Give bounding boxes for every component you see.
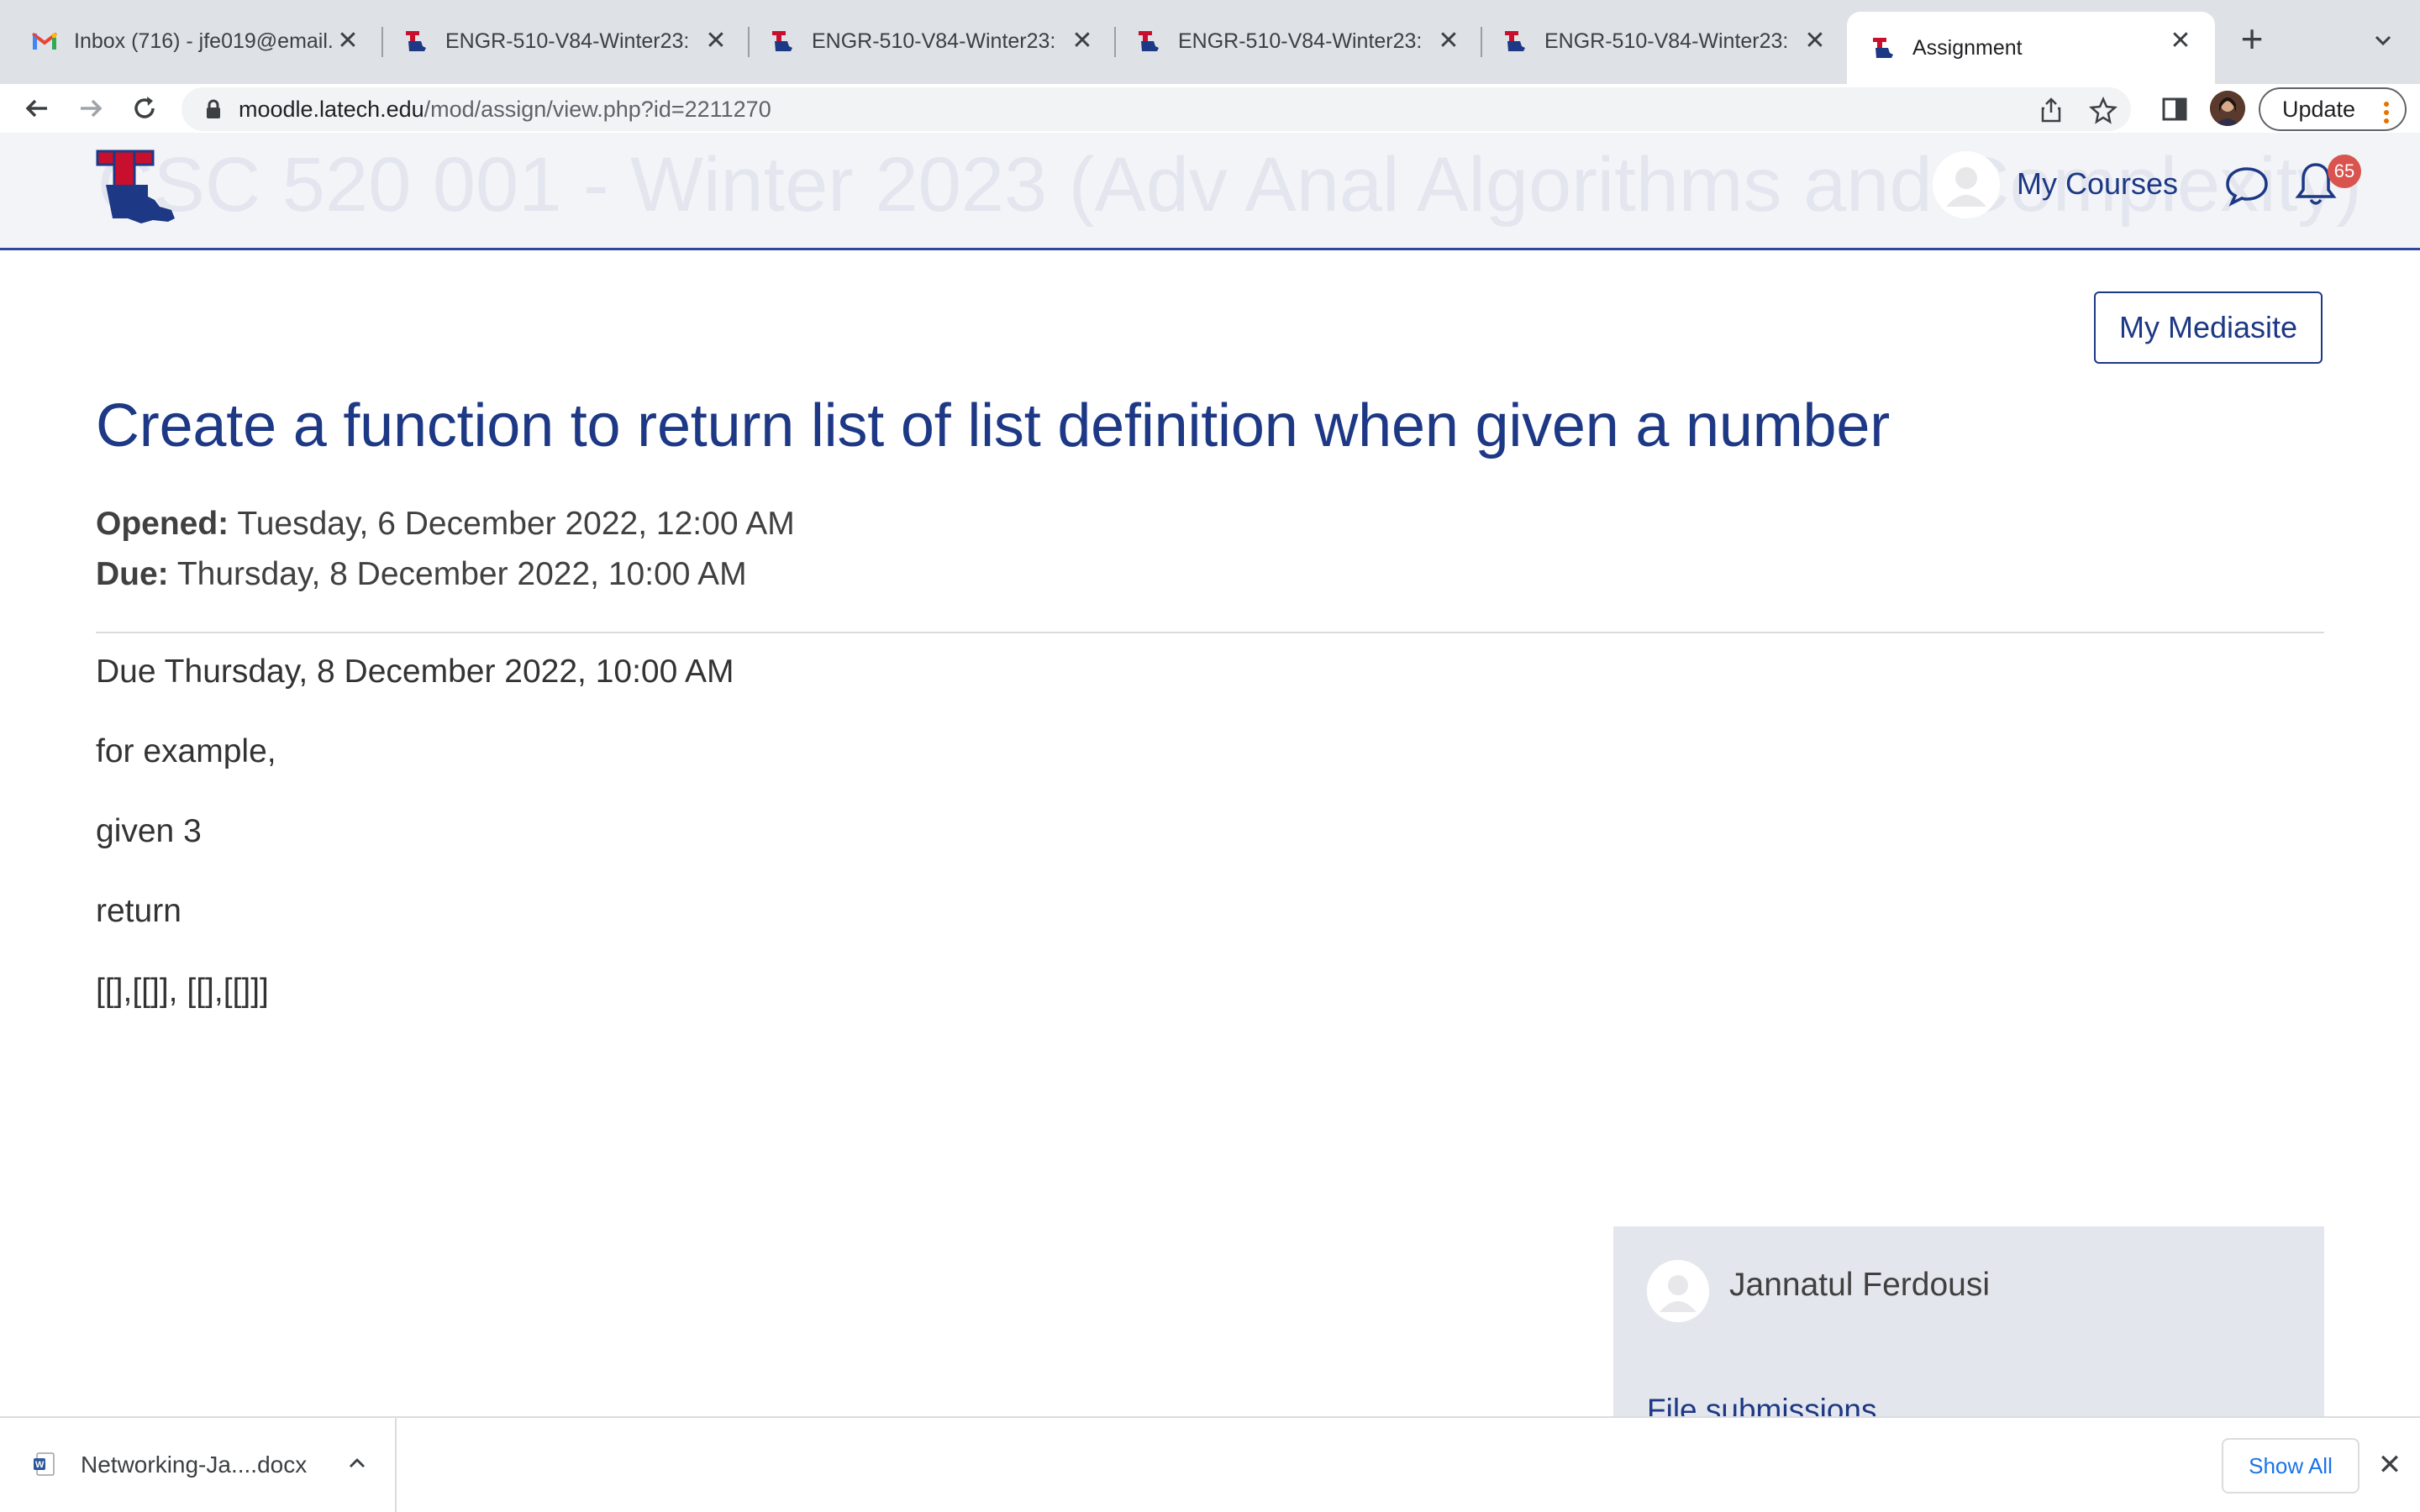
- chevron-up-icon[interactable]: [346, 1455, 368, 1472]
- back-icon[interactable]: [18, 90, 55, 127]
- browser-tab-strip: Inbox (716) - jfe019@email. ✕ ENGR-510-V…: [0, 0, 2420, 84]
- lock-icon[interactable]: [205, 99, 222, 119]
- download-file-name: Networking-Ja....docx: [81, 1452, 308, 1478]
- forward-icon[interactable]: [72, 90, 109, 127]
- close-tab-icon[interactable]: ✕: [1434, 27, 1463, 55]
- new-tab-icon[interactable]: +: [2233, 19, 2270, 59]
- bookmark-star-icon[interactable]: [2089, 96, 2118, 124]
- opened-date-row: Opened: Tuesday, 6 December 2022, 12:00 …: [96, 499, 795, 549]
- close-tab-icon[interactable]: ✕: [334, 27, 362, 55]
- description-line: return: [96, 893, 182, 929]
- profile-avatar[interactable]: [2210, 91, 2245, 126]
- share-icon[interactable]: [2037, 96, 2065, 124]
- tab-search-chevron-icon[interactable]: [2368, 25, 2398, 55]
- more-menu-icon[interactable]: [2383, 97, 2390, 123]
- due-value: Thursday, 8 December 2022, 10:00 AM: [176, 556, 747, 592]
- submitter-avatar: [1647, 1260, 1709, 1322]
- address-bar[interactable]: moodle.latech.edu/mod/assign/view.php?id…: [182, 87, 2131, 131]
- due-label: Due:: [96, 556, 169, 592]
- submission-panel: Jannatul Ferdousi File submissions: [1613, 1226, 2324, 1418]
- tab-title: Assignment: [1912, 35, 2023, 60]
- tab-title: ENGR-510-V84-Winter23:: [445, 29, 690, 53]
- notification-count-badge: 65: [2328, 155, 2361, 188]
- description-line: [[],[[]], [[],[[]]]: [96, 973, 269, 1009]
- description-line: for example,: [96, 733, 276, 769]
- url-host: moodle.latech.edu: [239, 97, 424, 122]
- gmail-icon: [32, 29, 57, 54]
- close-tab-icon[interactable]: ✕: [702, 27, 730, 55]
- svg-text:W: W: [35, 1460, 45, 1470]
- description-line: Due Thursday, 8 December 2022, 10:00 AM: [96, 654, 734, 690]
- opened-label: Opened:: [96, 506, 229, 542]
- browser-tab-engr510-3[interactable]: ENGR-510-V84-Winter23: ✕: [1101, 12, 1483, 71]
- latech-icon: [403, 29, 429, 54]
- reload-icon[interactable]: [126, 90, 163, 127]
- assignment-dates: Opened: Tuesday, 6 December 2022, 12:00 …: [96, 499, 795, 600]
- tab-title: ENGR-510-V84-Winter23:: [812, 29, 1056, 53]
- download-shelf: W Networking-Ja....docx Show All ✕: [0, 1416, 2420, 1512]
- page-title: Create a function to return list of list…: [96, 392, 1890, 459]
- section-divider: [96, 632, 2324, 633]
- close-download-shelf-icon[interactable]: ✕: [2375, 1450, 2405, 1480]
- show-all-downloads-button[interactable]: Show All: [2222, 1438, 2360, 1494]
- update-button[interactable]: Update: [2259, 87, 2407, 131]
- word-document-icon: W: [32, 1452, 57, 1477]
- messages-icon[interactable]: [2223, 165, 2270, 207]
- assignment-description: Due Thursday, 8 December 2022, 10:00 AM …: [96, 654, 734, 1053]
- description-line: given 3: [96, 813, 202, 849]
- browser-tab-gmail[interactable]: Inbox (716) - jfe019@email. ✕: [0, 12, 382, 71]
- url-text: moodle.latech.edu/mod/assign/view.php?id…: [239, 97, 771, 123]
- side-panel-icon[interactable]: [2160, 94, 2190, 124]
- tab-title: ENGR-510-V84-Winter23:: [1178, 29, 1423, 53]
- download-item[interactable]: W Networking-Ja....docx: [0, 1418, 397, 1512]
- opened-value: Tuesday, 6 December 2022, 12:00 AM: [237, 506, 795, 542]
- user-avatar[interactable]: [1933, 151, 2000, 218]
- latech-icon: [770, 29, 795, 54]
- latech-icon: [1502, 29, 1528, 54]
- submitter-name: Jannatul Ferdousi: [1729, 1267, 1991, 1303]
- file-submissions-link[interactable]: File submissions: [1647, 1393, 1876, 1418]
- browser-tab-engr510-1[interactable]: ENGR-510-V84-Winter23: ✕: [368, 12, 750, 71]
- browser-tab-engr510-2[interactable]: ENGR-510-V84-Winter23: ✕: [734, 12, 1117, 71]
- my-courses-link[interactable]: My Courses: [2017, 166, 2178, 202]
- my-mediasite-button[interactable]: My Mediasite: [2094, 291, 2323, 364]
- tab-title: Inbox (716) - jfe019@email.: [74, 29, 334, 53]
- latech-logo[interactable]: [94, 148, 182, 225]
- close-tab-icon[interactable]: ✕: [1801, 27, 1829, 55]
- due-date-row: Due: Thursday, 8 December 2022, 10:00 AM: [96, 549, 795, 600]
- browser-tab-engr510-4[interactable]: ENGR-510-V84-Winter23: ✕: [1467, 12, 1849, 71]
- latech-icon: [1136, 29, 1161, 54]
- site-header: CSC 520 001 - Winter 2023 (Adv Anal Algo…: [0, 133, 2420, 250]
- update-label: Update: [2282, 97, 2356, 122]
- tab-title: ENGR-510-V84-Winter23:: [1544, 29, 1789, 53]
- browser-tab-assignment[interactable]: Assignment ✕: [1847, 12, 2215, 84]
- latech-icon: [1870, 35, 1896, 60]
- close-tab-icon[interactable]: ✕: [2166, 27, 2195, 55]
- close-tab-icon[interactable]: ✕: [1068, 27, 1097, 55]
- url-path: /mod/assign/view.php?id=2211270: [424, 97, 771, 122]
- browser-toolbar: moodle.latech.edu/mod/assign/view.php?id…: [0, 84, 2420, 133]
